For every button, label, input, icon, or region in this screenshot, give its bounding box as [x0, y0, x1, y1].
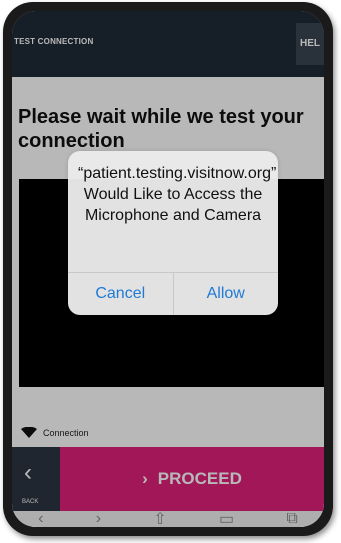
alert-message: “patient.testing.visitnow.org” Would Lik…: [78, 165, 277, 224]
device-frame: TEST CONNECTION HEL Please wait while we…: [3, 2, 333, 536]
permission-alert: “patient.testing.visitnow.org” Would Lik…: [68, 151, 278, 315]
screen: TEST CONNECTION HEL Please wait while we…: [12, 11, 324, 527]
cancel-button[interactable]: Cancel: [68, 273, 173, 315]
allow-button[interactable]: Allow: [172, 273, 279, 315]
alert-actions: Cancel Allow: [68, 272, 278, 315]
